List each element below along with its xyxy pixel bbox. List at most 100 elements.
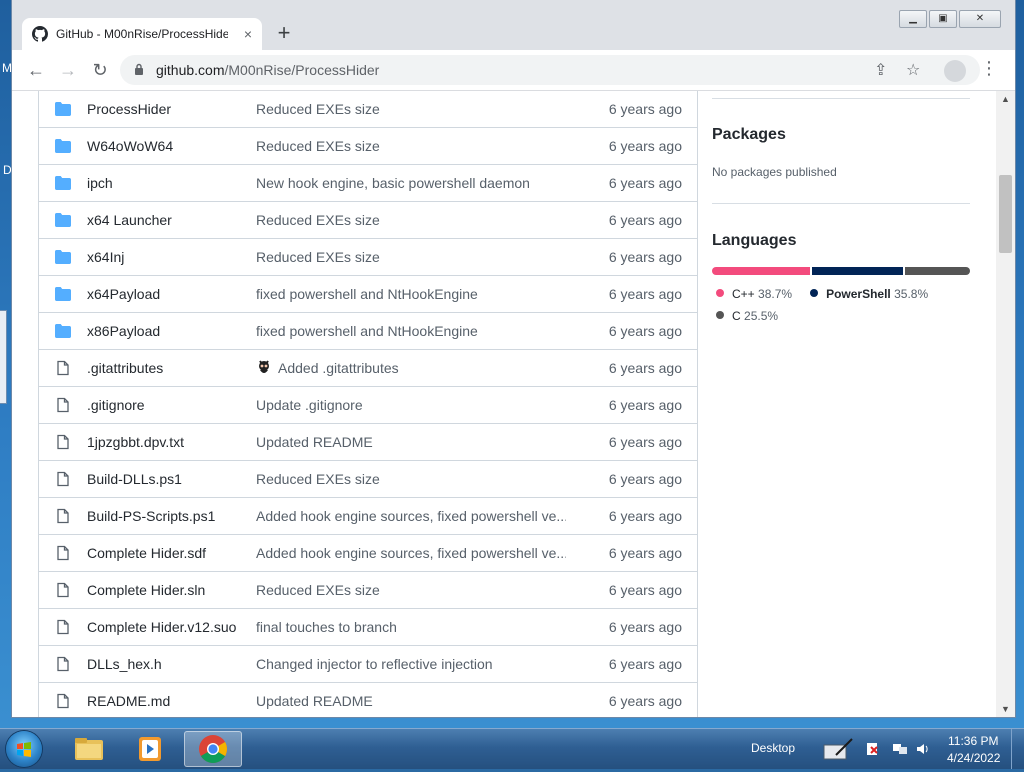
file-row[interactable]: Complete Hider.sln Reduced EXEs size 6 yea… bbox=[39, 571, 697, 608]
file-row[interactable]: x86Payload fixed powershell and NtHookEng… bbox=[39, 312, 697, 349]
scroll-up-arrow-icon[interactable]: ▲ bbox=[996, 91, 1015, 107]
commit-message-container: Update .gitignore bbox=[256, 397, 363, 413]
commit-message-link[interactable]: Reduced EXEs size bbox=[256, 138, 380, 154]
file-name-link[interactable]: .gitignore bbox=[87, 397, 145, 413]
file-row[interactable]: ipch New hook engine, basic powershell da… bbox=[39, 164, 697, 201]
new-tab-button[interactable]: + bbox=[272, 22, 296, 46]
volume-icon[interactable] bbox=[915, 741, 931, 757]
file-row[interactable]: Build-DLLs.ps1 Reduced EXEs size 6 years a… bbox=[39, 460, 697, 497]
taskbar-explorer[interactable] bbox=[60, 731, 118, 767]
back-arrow-icon[interactable]: ← bbox=[24, 58, 48, 82]
commit-message-link[interactable]: Reduced EXEs size bbox=[256, 212, 380, 228]
commit-message-link[interactable]: New hook engine, basic powershell daemon bbox=[256, 175, 530, 191]
file-name-link[interactable]: x64Inj bbox=[87, 249, 124, 265]
commit-message-link[interactable]: Reduced EXEs size bbox=[256, 471, 380, 487]
language-dot-icon bbox=[810, 289, 819, 297]
share-icon[interactable]: ⇪ bbox=[874, 60, 887, 80]
start-button[interactable] bbox=[6, 731, 42, 767]
file-name-link[interactable]: x86Payload bbox=[87, 323, 160, 339]
file-name-link[interactable]: .gitattributes bbox=[87, 360, 163, 376]
file-name-link[interactable]: README.md bbox=[87, 693, 170, 709]
file-row[interactable]: .gitattributes Added .gitattributes 6 year… bbox=[39, 349, 697, 386]
file-name-link[interactable]: W64oWoW64 bbox=[87, 138, 173, 154]
tab-title: GitHub - M00nRise/ProcessHider bbox=[56, 27, 228, 41]
action-center-flag-icon[interactable] bbox=[866, 741, 880, 757]
commit-message-link[interactable]: Changed injector to reflective injection bbox=[256, 656, 493, 672]
commit-message-link[interactable]: Updated README bbox=[256, 693, 373, 709]
commit-message-container: Reduced EXEs size bbox=[256, 101, 380, 117]
language-bar bbox=[712, 267, 970, 275]
commit-message-link[interactable]: Updated README bbox=[256, 434, 373, 450]
clock-time[interactable]: 11:36 PM bbox=[948, 734, 998, 748]
taskbar-chrome[interactable] bbox=[184, 731, 242, 767]
commit-message-link[interactable]: final touches to branch bbox=[256, 619, 397, 635]
address-bar[interactable]: github.com/M00nRise/ProcessHider ⇪ ☆ bbox=[120, 55, 980, 85]
file-name-link[interactable]: x64 Launcher bbox=[87, 212, 172, 228]
file-name-link[interactable]: DLLs_hex.h bbox=[87, 656, 162, 672]
language-item[interactable]: C++ 38.7% bbox=[716, 287, 792, 301]
file-row[interactable]: Complete Hider.v12.suo final touches to b… bbox=[39, 608, 697, 645]
show-desktop-button[interactable] bbox=[1011, 729, 1024, 769]
commit-message-link[interactable]: fixed powershell and NtHookEngine bbox=[256, 286, 478, 302]
network-icon[interactable] bbox=[892, 741, 908, 757]
commit-message-link[interactable]: Reduced EXEs size bbox=[256, 101, 380, 117]
vertical-scrollbar[interactable]: ▲ ▼ bbox=[996, 91, 1015, 717]
commit-message-link[interactable]: Added .gitattributes bbox=[278, 360, 399, 376]
tab-github[interactable]: GitHub - M00nRise/ProcessHider × bbox=[22, 18, 262, 50]
file-row[interactable]: W64oWoW64 Reduced EXEs size 6 years ago bbox=[39, 127, 697, 164]
commit-age: 6 years ago bbox=[608, 175, 682, 191]
file-name-link[interactable]: x64Payload bbox=[87, 286, 160, 302]
tab-close-icon[interactable]: × bbox=[244, 26, 252, 42]
desktop-toolbar-label[interactable]: Desktop bbox=[751, 741, 795, 755]
commit-message-link[interactable]: Added hook engine sources, fixed powersh… bbox=[256, 545, 566, 561]
file-row[interactable]: x64Payload fixed powershell and NtHookEng… bbox=[39, 275, 697, 312]
file-name-link[interactable]: Complete Hider.sdf bbox=[87, 545, 206, 561]
pen-tablet-icon[interactable] bbox=[822, 737, 856, 761]
forward-arrow-icon[interactable]: → bbox=[56, 58, 80, 82]
language-item[interactable]: C 25.5% bbox=[716, 309, 778, 323]
file-row[interactable]: x64Inj Reduced EXEs size 6 years ago bbox=[39, 238, 697, 275]
browser-window: GitHub - M00nRise/ProcessHider × + ▁ ▣ ✕… bbox=[12, 0, 1015, 717]
minimize-button[interactable]: ▁ bbox=[899, 10, 927, 28]
file-row[interactable]: Complete Hider.sdf Added hook engine sour… bbox=[39, 534, 697, 571]
commit-message-link[interactable]: Added hook engine sources, fixed powersh… bbox=[256, 508, 566, 524]
file-row[interactable]: Build-PS-Scripts.ps1 Added hook engine so… bbox=[39, 497, 697, 534]
file-row[interactable]: .gitignore Update .gitignore 6 years ago bbox=[39, 386, 697, 423]
commit-message-link[interactable]: Reduced EXEs size bbox=[256, 249, 380, 265]
clock-date[interactable]: 4/24/2022 bbox=[947, 751, 1000, 765]
file-row[interactable]: README.md Updated README 6 years ago bbox=[39, 682, 697, 717]
close-window-button[interactable]: ✕ bbox=[959, 10, 1001, 28]
octocat-avatar-icon[interactable] bbox=[256, 360, 272, 376]
file-name-link[interactable]: 1jpzgbbt.dpv.txt bbox=[87, 434, 184, 450]
file-name-link[interactable]: Complete Hider.sln bbox=[87, 582, 205, 598]
file-name-link[interactable]: Build-PS-Scripts.ps1 bbox=[87, 508, 215, 524]
reload-icon[interactable]: ↻ bbox=[88, 58, 112, 82]
taskbar-media-player[interactable] bbox=[121, 731, 179, 767]
file-icon bbox=[57, 360, 69, 376]
scrollbar-thumb[interactable] bbox=[999, 175, 1012, 253]
file-row[interactable]: 1jpzgbbt.dpv.txt Updated README 6 years ag… bbox=[39, 423, 697, 460]
scroll-down-arrow-icon[interactable]: ▼ bbox=[996, 701, 1015, 717]
file-name-link[interactable]: ProcessHider bbox=[87, 101, 171, 117]
language-item[interactable]: PowerShell 35.8% bbox=[810, 287, 928, 301]
language-bar-segment[interactable] bbox=[812, 267, 904, 275]
file-row[interactable]: DLLs_hex.h Changed injector to reflective… bbox=[39, 645, 697, 682]
packages-heading[interactable]: Packages bbox=[712, 126, 970, 144]
commit-message-container: Reduced EXEs size bbox=[256, 471, 380, 487]
menu-kebab-icon[interactable]: ⋮ bbox=[980, 58, 998, 79]
commit-message-link[interactable]: fixed powershell and NtHookEngine bbox=[256, 323, 478, 339]
file-row[interactable]: x64 Launcher Reduced EXEs size 6 years ago bbox=[39, 201, 697, 238]
file-name-link[interactable]: ipch bbox=[87, 175, 113, 191]
maximize-button[interactable]: ▣ bbox=[929, 10, 957, 28]
language-bar-segment[interactable] bbox=[712, 267, 811, 275]
folder-icon bbox=[55, 213, 71, 227]
bookmark-star-icon[interactable]: ☆ bbox=[906, 60, 920, 80]
commit-message-link[interactable]: Update .gitignore bbox=[256, 397, 363, 413]
profile-avatar-icon[interactable] bbox=[944, 60, 966, 82]
file-row[interactable]: ProcessHider Reduced EXEs size 6 years ago bbox=[39, 91, 697, 127]
commit-age: 6 years ago bbox=[608, 582, 682, 598]
file-name-link[interactable]: Complete Hider.v12.suo bbox=[87, 619, 236, 635]
language-bar-segment[interactable] bbox=[905, 267, 970, 275]
file-name-link[interactable]: Build-DLLs.ps1 bbox=[87, 471, 182, 487]
commit-message-link[interactable]: Reduced EXEs size bbox=[256, 582, 380, 598]
